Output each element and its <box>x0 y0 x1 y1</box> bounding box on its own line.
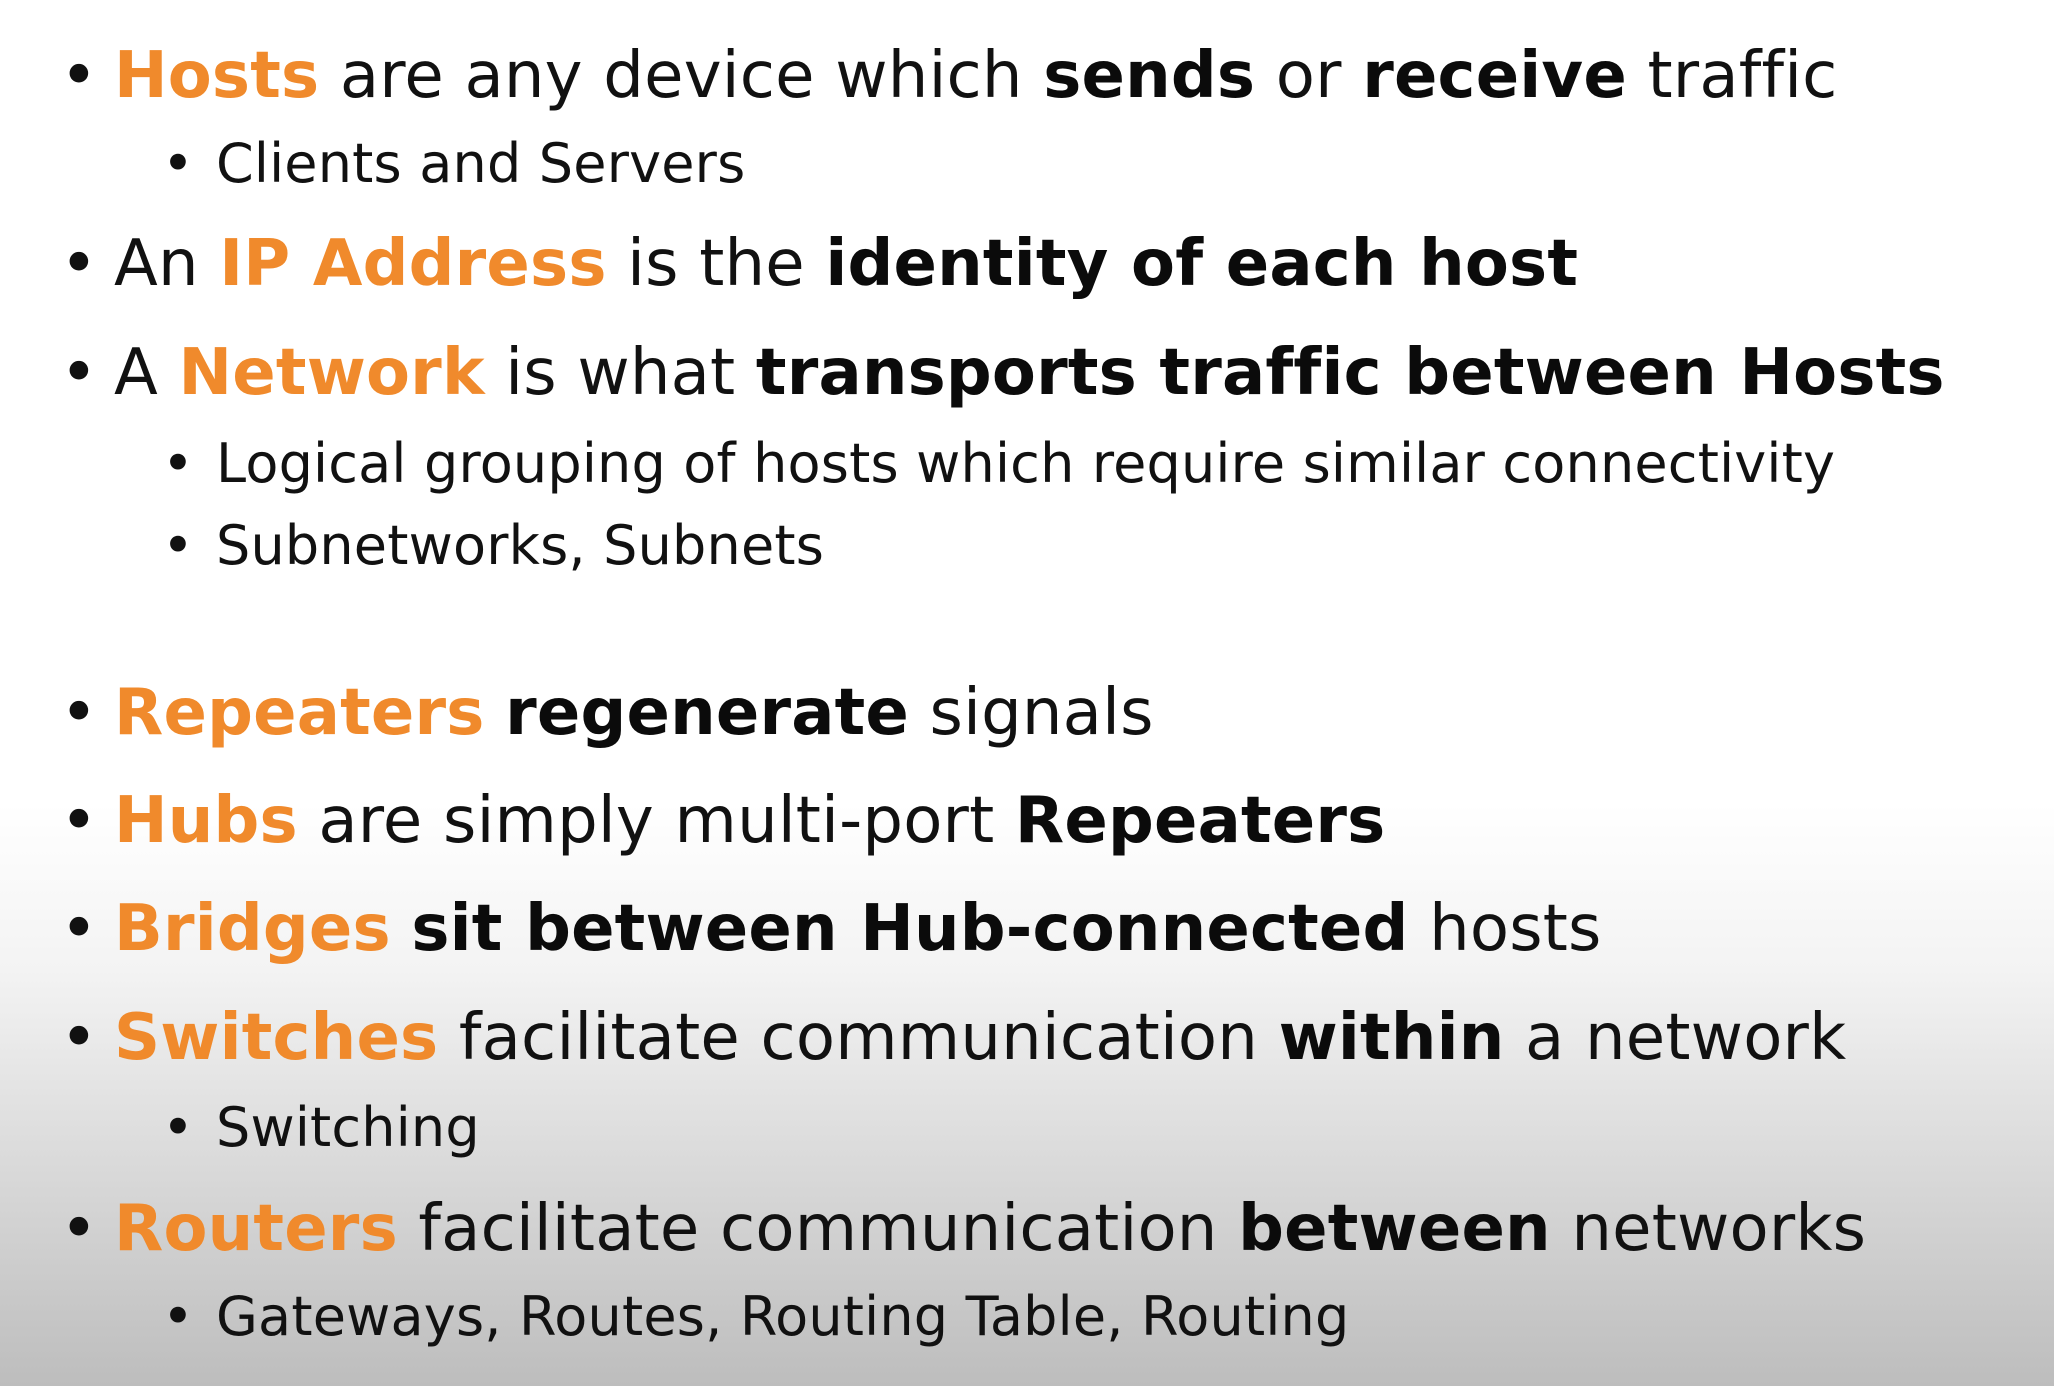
text-segment: are any device which <box>319 39 1044 113</box>
text-segment: traffic <box>1626 39 1838 113</box>
bullet-item-hubs: • Hubs are simply multi-port Repeaters <box>60 781 1385 861</box>
bullet-item-bridges: • Bridges sit between Hub-connected hosts <box>60 889 1602 969</box>
term-bridges: Bridges <box>114 892 391 966</box>
term-hubs: Hubs <box>114 784 298 858</box>
sub-bullet-gateways: • Gateways, Routes, Routing Table, Routin… <box>162 1283 1349 1351</box>
emphasis-sends: sends <box>1043 39 1256 113</box>
bullet-dot: • <box>162 1285 195 1348</box>
emphasis-sit-between: sit between Hub-connected <box>411 892 1409 966</box>
text-segment <box>485 676 506 750</box>
text-segment: or <box>1255 39 1363 113</box>
text-segment: Switching <box>216 1096 480 1159</box>
slide-content: • Hosts are any device which sends or rec… <box>0 0 2054 1386</box>
emphasis-between: between <box>1238 1192 1551 1266</box>
text-segment: Clients and Servers <box>216 132 746 195</box>
emphasis-within: within <box>1278 1001 1505 1075</box>
bullet-item-repeaters: • Repeaters regenerate signals <box>60 673 1154 753</box>
text-segment: are simply multi-port <box>297 784 1015 858</box>
text-segment: is what <box>484 336 756 410</box>
bullet-dot: • <box>60 892 98 966</box>
bullet-dot: • <box>60 1192 98 1266</box>
term-ip-address: IP Address <box>219 227 607 301</box>
bullet-dot: • <box>60 336 98 410</box>
bullet-dot: • <box>162 1096 195 1159</box>
text-segment: hosts <box>1408 892 1602 966</box>
emphasis-identity: identity of each host <box>825 227 1579 301</box>
term-network: Network <box>178 336 485 410</box>
text-segment: is the <box>606 227 826 301</box>
bullet-dot: • <box>162 132 195 195</box>
text-segment: Subnetworks, Subnets <box>216 514 825 577</box>
bullet-item-hosts: • Hosts are any device which sends or rec… <box>60 36 1838 116</box>
bullet-dot: • <box>60 784 98 858</box>
term-hosts: Hosts <box>114 39 320 113</box>
text-segment: facilitate communication <box>397 1192 1239 1266</box>
sub-bullet-subnetworks: • Subnetworks, Subnets <box>162 512 824 580</box>
emphasis-receive: receive <box>1362 39 1627 113</box>
emphasis-repeaters: Repeaters <box>1014 784 1386 858</box>
sub-bullet-switching: • Switching <box>162 1094 480 1162</box>
emphasis-transports: transports traffic between Hosts <box>755 336 1945 410</box>
bullet-dot: • <box>60 227 98 301</box>
text-segment: a network <box>1504 1001 1847 1075</box>
bullet-item-routers: • Routers facilitate communication betwee… <box>60 1189 1866 1269</box>
bullet-dot: • <box>60 676 98 750</box>
text-segment: Gateways, Routes, Routing Table, Routing <box>216 1285 1350 1348</box>
text-segment: An <box>114 227 220 301</box>
emphasis-regenerate: regenerate <box>505 676 910 750</box>
text-segment: signals <box>909 676 1154 750</box>
term-switches: Switches <box>114 1001 439 1075</box>
term-routers: Routers <box>114 1192 398 1266</box>
bullet-dot: • <box>60 39 98 113</box>
bullet-item-switches: • Switches facilitate communication withi… <box>60 998 1846 1078</box>
text-segment: Logical grouping of hosts which require … <box>216 432 1836 495</box>
text-segment: networks <box>1550 1192 1867 1266</box>
bullet-dot: • <box>162 514 195 577</box>
bullet-item-network: • A Network is what transports traffic be… <box>60 333 1945 413</box>
text-segment: A <box>114 336 179 410</box>
term-repeaters: Repeaters <box>114 676 485 750</box>
bullet-item-ip-address: • An IP Address is the identity of each h… <box>60 224 1578 304</box>
sub-bullet-clients-servers: • Clients and Servers <box>162 130 745 198</box>
text-segment <box>391 892 412 966</box>
sub-bullet-logical-grouping: • Logical grouping of hosts which require… <box>162 430 1835 498</box>
bullet-dot: • <box>60 1001 98 1075</box>
bullet-dot: • <box>162 432 195 495</box>
text-segment: facilitate communication <box>438 1001 1279 1075</box>
